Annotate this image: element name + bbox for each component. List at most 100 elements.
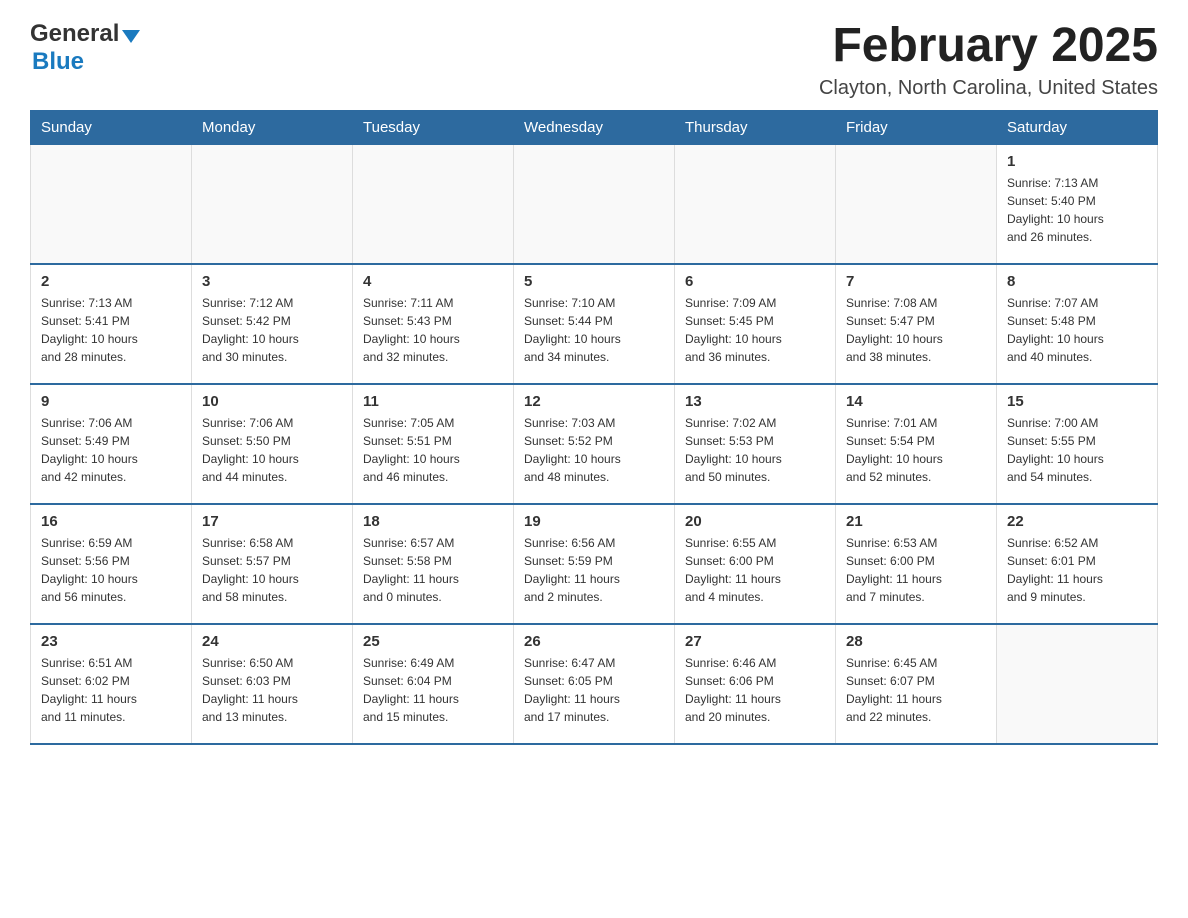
calendar-cell: 13Sunrise: 7:02 AMSunset: 5:53 PMDayligh… (675, 384, 836, 504)
day-info-line: and 22 minutes. (846, 710, 931, 724)
day-info: Sunrise: 7:03 AMSunset: 5:52 PMDaylight:… (524, 414, 664, 486)
calendar-cell: 15Sunrise: 7:00 AMSunset: 5:55 PMDayligh… (997, 384, 1158, 504)
day-info-line: and 32 minutes. (363, 350, 448, 364)
day-info-line: Sunrise: 6:57 AM (363, 536, 454, 550)
day-info-line: Sunset: 6:04 PM (363, 674, 452, 688)
day-info-line: and 34 minutes. (524, 350, 609, 364)
day-number: 18 (363, 513, 503, 530)
day-info-line: Sunset: 6:02 PM (41, 674, 130, 688)
day-info-line: Sunrise: 6:47 AM (524, 656, 615, 670)
day-info-line: and 56 minutes. (41, 590, 126, 604)
day-info-line: Sunrise: 7:09 AM (685, 296, 776, 310)
calendar-week-row: 2Sunrise: 7:13 AMSunset: 5:41 PMDaylight… (31, 264, 1158, 384)
day-info-line: Sunrise: 7:07 AM (1007, 296, 1098, 310)
day-number: 19 (524, 513, 664, 530)
day-number: 21 (846, 513, 986, 530)
day-info-line: Sunset: 6:05 PM (524, 674, 613, 688)
day-info-line: Sunset: 6:06 PM (685, 674, 774, 688)
day-info: Sunrise: 7:10 AMSunset: 5:44 PMDaylight:… (524, 294, 664, 366)
calendar-cell (31, 144, 192, 264)
day-number: 25 (363, 633, 503, 650)
calendar-cell: 20Sunrise: 6:55 AMSunset: 6:00 PMDayligh… (675, 504, 836, 624)
logo: General Blue (30, 20, 140, 76)
calendar-week-row: 23Sunrise: 6:51 AMSunset: 6:02 PMDayligh… (31, 624, 1158, 744)
day-info-line: Sunrise: 6:55 AM (685, 536, 776, 550)
calendar-cell: 4Sunrise: 7:11 AMSunset: 5:43 PMDaylight… (353, 264, 514, 384)
day-info-line: Sunset: 5:43 PM (363, 314, 452, 328)
day-info: Sunrise: 7:08 AMSunset: 5:47 PMDaylight:… (846, 294, 986, 366)
day-info-line: and 26 minutes. (1007, 230, 1092, 244)
day-info-line: Sunrise: 6:45 AM (846, 656, 937, 670)
day-info-line: Sunrise: 7:00 AM (1007, 416, 1098, 430)
day-info-line: Sunset: 5:48 PM (1007, 314, 1096, 328)
day-number: 3 (202, 273, 342, 290)
day-info-line: Daylight: 10 hours (202, 332, 299, 346)
weekday-header-monday: Monday (192, 110, 353, 144)
day-info-line: Daylight: 10 hours (363, 332, 460, 346)
day-info-line: Sunset: 6:03 PM (202, 674, 291, 688)
day-info-line: Sunrise: 7:06 AM (202, 416, 293, 430)
day-info: Sunrise: 7:13 AMSunset: 5:41 PMDaylight:… (41, 294, 181, 366)
calendar-cell (192, 144, 353, 264)
day-info-line: and 17 minutes. (524, 710, 609, 724)
calendar-cell: 23Sunrise: 6:51 AMSunset: 6:02 PMDayligh… (31, 624, 192, 744)
calendar-cell: 1 Sunrise: 7:13 AMSunset: 5:40 PMDaylight… (997, 144, 1158, 264)
day-info-line: Sunset: 5:44 PM (524, 314, 613, 328)
day-info: Sunrise: 7:09 AMSunset: 5:45 PMDaylight:… (685, 294, 825, 366)
day-info-line: Sunset: 5:55 PM (1007, 434, 1096, 448)
day-number: 5 (524, 273, 664, 290)
day-info-line: Sunset: 5:42 PM (202, 314, 291, 328)
day-info: Sunrise: 6:53 AMSunset: 6:00 PMDaylight:… (846, 534, 986, 606)
day-info-line: and 36 minutes. (685, 350, 770, 364)
day-number: 15 (1007, 393, 1147, 410)
day-info-line: and 40 minutes. (1007, 350, 1092, 364)
location-title: Clayton, North Carolina, United States (819, 77, 1158, 100)
day-info: Sunrise: 6:50 AMSunset: 6:03 PMDaylight:… (202, 654, 342, 726)
day-info-line: Daylight: 11 hours (685, 692, 781, 706)
calendar-cell: 11Sunrise: 7:05 AMSunset: 5:51 PMDayligh… (353, 384, 514, 504)
day-info-line: Sunrise: 6:51 AM (41, 656, 132, 670)
day-info-line: Daylight: 11 hours (524, 692, 620, 706)
day-info: Sunrise: 6:45 AMSunset: 6:07 PMDaylight:… (846, 654, 986, 726)
day-info-line: Sunrise: 6:52 AM (1007, 536, 1098, 550)
calendar-cell (353, 144, 514, 264)
calendar-header-row: SundayMondayTuesdayWednesdayThursdayFrid… (31, 110, 1158, 144)
day-info: Sunrise: 7:05 AMSunset: 5:51 PMDaylight:… (363, 414, 503, 486)
calendar-cell: 3 Sunrise: 7:12 AM Sunset: 5:42 PM Daylight… (192, 264, 353, 384)
calendar-cell: 27Sunrise: 6:46 AMSunset: 6:06 PMDayligh… (675, 624, 836, 744)
calendar-cell (997, 624, 1158, 744)
day-info-line: and 15 minutes. (363, 710, 448, 724)
day-info-line: Sunrise: 7:11 AM (363, 296, 454, 310)
day-number: 1 (1007, 153, 1147, 170)
day-info-line: and 38 minutes. (846, 350, 931, 364)
day-info-line: Daylight: 10 hours (524, 332, 621, 346)
day-number: 6 (685, 273, 825, 290)
day-info-line: Sunset: 5:57 PM (202, 554, 291, 568)
day-info-line: Sunrise: 7:12 AM (202, 296, 293, 310)
day-info-line: Daylight: 10 hours (202, 452, 299, 466)
day-info-line: Sunset: 5:45 PM (685, 314, 774, 328)
calendar-cell: 5 Sunrise: 7:10 AMSunset: 5:44 PMDaylight… (514, 264, 675, 384)
day-number: 12 (524, 393, 664, 410)
day-number: 28 (846, 633, 986, 650)
day-number: 24 (202, 633, 342, 650)
calendar-cell: 28 Sunrise: 6:45 AMSunset: 6:07 PMDayligh… (836, 624, 997, 744)
day-info-line: and 4 minutes. (685, 590, 764, 604)
day-info-line: Sunrise: 7:13 AM (41, 296, 132, 310)
page-header: General Blue February 2025 Clayton, Nort… (30, 20, 1158, 100)
day-info-line: Sunset: 5:49 PM (41, 434, 130, 448)
day-info-line: Sunset: 5:56 PM (41, 554, 130, 568)
calendar-week-row: 9Sunrise: 7:06 AMSunset: 5:49 PMDaylight… (31, 384, 1158, 504)
day-info-line: and 52 minutes. (846, 470, 931, 484)
day-info: Sunrise: 7:06 AMSunset: 5:50 PMDaylight:… (202, 414, 342, 486)
calendar-cell: 10Sunrise: 7:06 AMSunset: 5:50 PMDayligh… (192, 384, 353, 504)
day-info-line: and 11 minutes. (41, 710, 126, 724)
day-info: Sunrise: 7:13 AMSunset: 5:40 PMDaylight:… (1007, 174, 1147, 246)
logo-blue-text: Blue (32, 48, 84, 75)
day-info-line: Sunrise: 7:06 AM (41, 416, 132, 430)
day-info-line: Sunset: 6:01 PM (1007, 554, 1096, 568)
calendar-cell (836, 144, 997, 264)
day-info-line: Sunset: 5:59 PM (524, 554, 613, 568)
calendar-cell: 9Sunrise: 7:06 AMSunset: 5:49 PMDaylight… (31, 384, 192, 504)
day-info-line: Sunrise: 7:13 AM (1007, 176, 1098, 190)
